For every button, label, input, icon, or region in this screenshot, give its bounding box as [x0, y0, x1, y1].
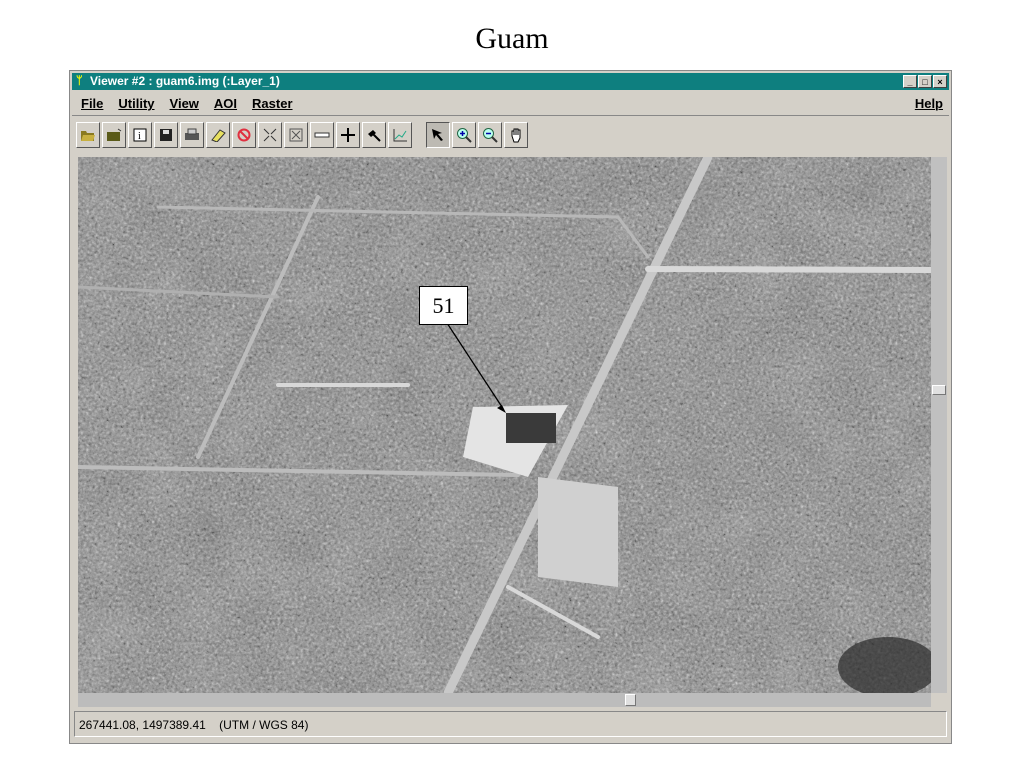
- open-folder-button[interactable]: [102, 122, 126, 148]
- vertical-scrollbar[interactable]: [931, 157, 947, 693]
- annotate-button[interactable]: [362, 122, 386, 148]
- menu-bar: File Utility View AOI Raster Help: [72, 93, 949, 116]
- viewer-icon: ᛘ: [76, 75, 83, 87]
- profile-chart-icon: [393, 129, 407, 142]
- image-viewport[interactable]: 51: [78, 157, 931, 693]
- annotation-label: 51: [419, 286, 468, 325]
- print-button[interactable]: [180, 122, 204, 148]
- full-extent-button[interactable]: [284, 122, 308, 148]
- hand-icon: [511, 128, 521, 143]
- page-title: Guam: [475, 22, 549, 55]
- layer-info-button[interactable]: i: [128, 122, 152, 148]
- zoom-out-icon: [483, 128, 498, 143]
- aerial-image: [78, 157, 931, 693]
- arrow-pointer-icon: [432, 129, 443, 141]
- building-51: [506, 413, 556, 443]
- coordinate-readout: 267441.08, 1497389.41: [79, 718, 206, 732]
- printer-icon: [185, 128, 199, 140]
- title-bar[interactable]: ᛘ Viewer #2 : guam6.img (:Layer_1) _ □ ×: [72, 73, 949, 90]
- measure-button[interactable]: [310, 122, 334, 148]
- menu-aoi[interactable]: AOI: [214, 93, 237, 115]
- menu-help[interactable]: Help: [915, 93, 943, 115]
- viewer-window: ᛘ Viewer #2 : guam6.img (:Layer_1) _ □ × …: [69, 70, 952, 744]
- menu-utility[interactable]: Utility: [118, 93, 154, 115]
- crosshair-icon: [341, 128, 355, 142]
- info-icon: i: [133, 128, 147, 142]
- profile-button[interactable]: [388, 122, 412, 148]
- maximize-button[interactable]: □: [918, 75, 932, 88]
- close-button[interactable]: ×: [933, 75, 947, 88]
- projection-label: (UTM / WGS 84): [219, 718, 309, 732]
- zoom-out-button[interactable]: [478, 122, 502, 148]
- status-bar: 267441.08, 1497389.41 (UTM / WGS 84): [74, 711, 947, 737]
- hammer-icon: [368, 130, 381, 142]
- clear-button[interactable]: [232, 122, 256, 148]
- zoom-fit-button[interactable]: [258, 122, 282, 148]
- vertical-scroll-thumb[interactable]: [932, 385, 946, 395]
- open-layer-button[interactable]: [76, 122, 100, 148]
- horizontal-scrollbar[interactable]: [78, 693, 931, 707]
- menu-view[interactable]: View: [170, 93, 199, 115]
- select-tool-button[interactable]: [426, 122, 450, 148]
- pan-button[interactable]: [504, 122, 528, 148]
- open-folder-icon: [81, 131, 95, 141]
- toolbar: i: [76, 119, 530, 151]
- save-button[interactable]: [154, 122, 178, 148]
- window-title: Viewer #2 : guam6.img (:Layer_1): [90, 74, 280, 88]
- zoom-in-icon: [457, 128, 472, 143]
- inquire-cursor-button[interactable]: [336, 122, 360, 148]
- menu-file[interactable]: File: [81, 93, 103, 115]
- floppy-icon: [160, 129, 172, 141]
- eraser-button[interactable]: [206, 122, 230, 148]
- eraser-icon: [211, 129, 226, 142]
- ruler-icon: [314, 132, 330, 138]
- zoom-in-button[interactable]: [452, 122, 476, 148]
- shrink-arrows-icon: [263, 128, 277, 142]
- svg-text:i: i: [138, 131, 141, 142]
- menu-raster[interactable]: Raster: [252, 93, 292, 115]
- no-symbol-icon: [237, 128, 251, 142]
- horizontal-scroll-thumb[interactable]: [625, 694, 636, 706]
- expand-arrows-icon: [289, 128, 303, 142]
- folder-icon: [107, 128, 122, 141]
- minimize-button[interactable]: _: [903, 75, 917, 88]
